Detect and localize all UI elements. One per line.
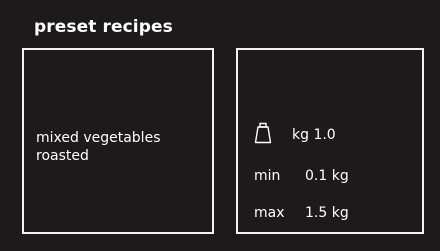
weight-panel[interactable]: kg 1.0 min 0.1 kg max 1.5 kg — [236, 48, 424, 234]
weight-icon — [254, 122, 272, 144]
page-title: preset recipes — [34, 17, 173, 37]
min-value: 0.1 kg — [305, 168, 349, 184]
min-label: min — [254, 168, 281, 184]
recipe-name: mixed vegetables roasted — [36, 130, 161, 164]
oven-display-screen: preset recipes mixed vegetables roasted … — [0, 0, 440, 251]
weight-value: kg 1.0 — [292, 127, 336, 143]
max-value: 1.5 kg — [305, 205, 349, 221]
recipe-panel[interactable]: mixed vegetables roasted — [22, 48, 214, 234]
max-label: max — [254, 205, 285, 221]
